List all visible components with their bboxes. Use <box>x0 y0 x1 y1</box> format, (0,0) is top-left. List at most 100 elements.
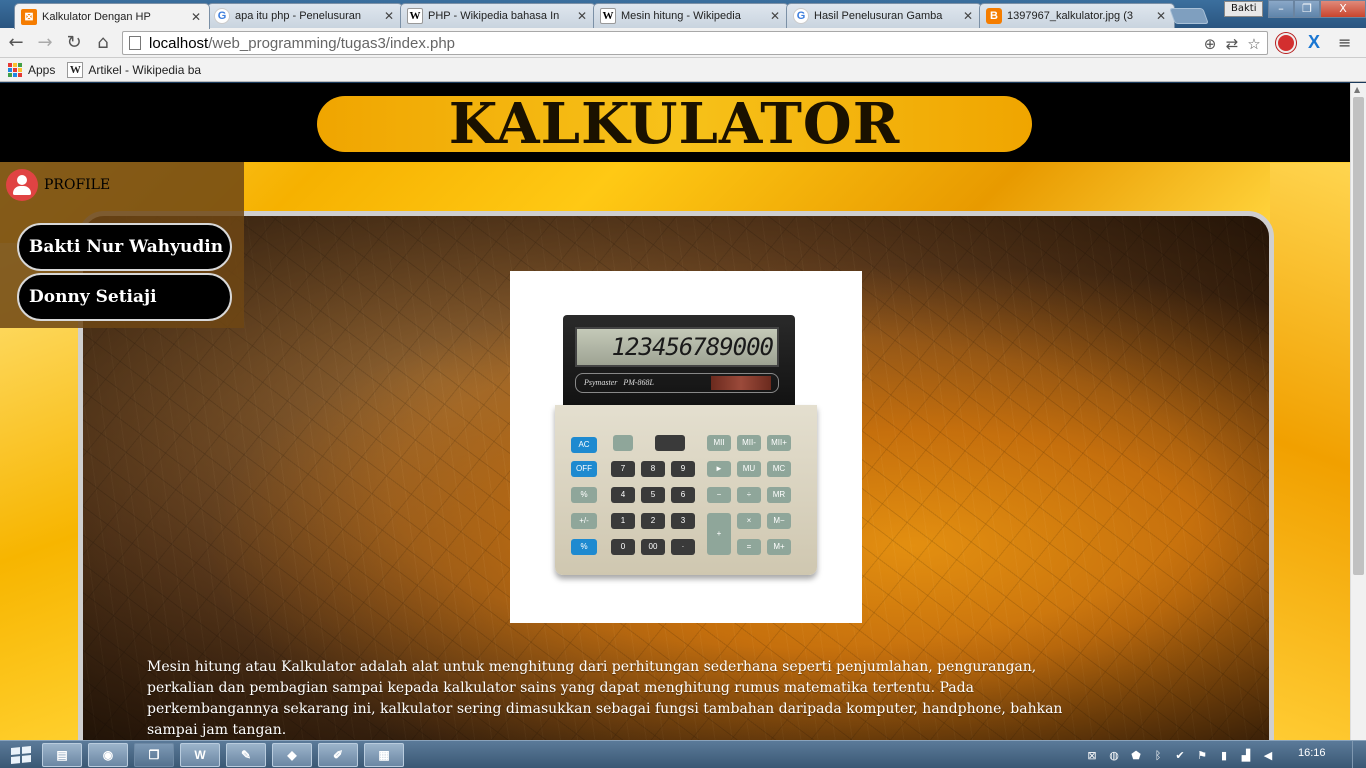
calculator-keypad: AC MII MII- MII+ OFF 7 8 9 ► MU MC % 4 5… <box>555 405 817 575</box>
word-icon[interactable]: W <box>180 743 220 767</box>
key-plus: + <box>707 513 731 555</box>
member-button-bakti[interactable]: Bakti Nur Wahyudin <box>17 223 232 271</box>
shield-icon[interactable]: ⬟ <box>1128 747 1144 763</box>
tab-mesin-hitung[interactable]: W Mesin hitung - Wikipedia ✕ <box>593 3 789 28</box>
notes-icon[interactable]: ▦ <box>364 743 404 767</box>
close-tab-icon[interactable]: ✕ <box>768 9 782 23</box>
translate-icon[interactable]: ⇄ <box>1223 35 1241 53</box>
menu-icon[interactable]: ≡ <box>1338 33 1351 52</box>
virtualbox-icon[interactable]: ◆ <box>272 743 312 767</box>
notepad-icon[interactable]: ✐ <box>318 743 358 767</box>
tab-kalkulator-jpg[interactable]: B 1397967_kalkulator.jpg (3 ✕ <box>979 3 1175 28</box>
paint-icon[interactable]: ✎ <box>226 743 266 767</box>
show-desktop-button[interactable] <box>1352 741 1366 768</box>
vertical-scrollbar[interactable]: ▲ <box>1350 83 1366 740</box>
maximize-button[interactable]: ❐ <box>1294 0 1320 18</box>
calculator-image: 123456789000 Psymaster PM-868L AC MII MI… <box>510 271 862 623</box>
back-button[interactable]: ← <box>5 32 27 54</box>
file-explorer-icon[interactable]: ▤ <box>42 743 82 767</box>
key-mr: MR <box>767 487 791 503</box>
tab-title: 1397967_kalkulator.jpg (3 <box>1007 10 1133 22</box>
close-tab-icon[interactable]: ✕ <box>961 9 975 23</box>
apps-grid-icon[interactable] <box>8 62 22 77</box>
tab-hasil-penelusuran[interactable]: G Hasil Penelusuran Gamba ✕ <box>786 3 982 28</box>
key-4: 4 <box>611 487 635 503</box>
close-tab-icon[interactable]: ✕ <box>382 9 396 23</box>
tab-apa-itu-php[interactable]: G apa itu php - Penelusuran ✕ <box>207 3 403 28</box>
url-path: /web_programming/tugas3/index.php <box>208 34 456 52</box>
taskbar: ▤ ◉ ❐ W ✎ ◆ ✐ ▦ ⊠ ◍ ⬟ ᛒ ✔ ⚑ ▮ ▟ ◀ 16:16 <box>0 740 1366 768</box>
bookmarks-bar: Apps W Artikel - Wikipedia ba <box>0 58 1366 82</box>
key-percent: % <box>571 487 597 503</box>
home-button[interactable]: ⌂ <box>92 32 114 54</box>
volume-icon[interactable]: ◀ <box>1260 747 1276 763</box>
reload-button[interactable]: ↻ <box>63 32 85 54</box>
member-button-donny[interactable]: Donny Setiaji <box>17 273 232 321</box>
page-title: KALKULATOR <box>448 91 901 157</box>
key-switch <box>613 435 633 451</box>
blogger-icon: B <box>986 8 1002 24</box>
profile-sidebar: PROFILE Bakti Nur Wahyudin Donny Setiaji <box>0 162 244 328</box>
action-center-icon[interactable]: ⚑ <box>1194 747 1210 763</box>
wikipedia-icon: W <box>600 8 616 24</box>
bluetooth-icon[interactable]: ᛒ <box>1150 747 1166 763</box>
wikipedia-icon: W <box>407 8 423 24</box>
minimize-button[interactable]: – <box>1268 0 1294 18</box>
safely-remove-icon[interactable]: ✔ <box>1172 747 1188 763</box>
key-equals: = <box>737 539 761 555</box>
google-icon: G <box>214 8 230 24</box>
bookmark-label: Artikel - Wikipedia ba <box>88 62 202 77</box>
scroll-up-arrow-icon[interactable]: ▲ <box>1354 85 1360 94</box>
key-switch <box>655 435 685 451</box>
signal-icon[interactable]: ▟ <box>1238 747 1254 763</box>
scrollbar-thumb[interactable] <box>1353 97 1364 575</box>
key-ac: AC <box>571 437 597 453</box>
key-m-minus: M− <box>767 513 791 529</box>
battery-icon[interactable]: ▮ <box>1216 747 1232 763</box>
description-text: Mesin hitung atau Kalkulator adalah alat… <box>147 659 1063 738</box>
close-tab-icon[interactable]: ✕ <box>575 9 589 23</box>
key-minus: − <box>707 487 731 503</box>
new-tab-button[interactable] <box>1169 8 1209 24</box>
key-8: 8 <box>641 461 665 477</box>
adblock-extension-icon[interactable] <box>1276 33 1296 53</box>
calculator-lcd: 123456789000 <box>575 327 779 367</box>
key-6: 6 <box>671 487 695 503</box>
tab-php-wikipedia[interactable]: W PHP - Wikipedia bahasa In ✕ <box>400 3 596 28</box>
xampp-tray-icon[interactable]: ⊠ <box>1084 747 1100 763</box>
key-5: 5 <box>641 487 665 503</box>
browser-toolbar: ← → ↻ ⌂ localhost/web_programming/tugas3… <box>0 28 1366 58</box>
close-tab-icon[interactable]: ✕ <box>1154 9 1168 23</box>
zoom-icon[interactable]: ⊕ <box>1201 35 1219 53</box>
key-multiply: × <box>737 513 761 529</box>
google-icon: G <box>793 8 809 24</box>
key-mc: MC <box>767 461 791 477</box>
bookmark-star-icon[interactable]: ☆ <box>1245 35 1263 53</box>
bookmark-apps[interactable]: Apps <box>28 63 55 77</box>
calculator-illustration: 123456789000 Psymaster PM-868L AC MII MI… <box>555 315 817 579</box>
page-header: KALKULATOR <box>0 83 1350 162</box>
user-badge[interactable]: Bakti <box>1224 1 1264 17</box>
key-arrow: ► <box>707 461 731 477</box>
user-profile-icon <box>6 169 38 201</box>
key-mem: MII- <box>737 435 761 451</box>
title-pill: KALKULATOR <box>317 96 1032 152</box>
url-host: localhost <box>149 34 209 52</box>
key-0: 0 <box>611 539 635 555</box>
window-close-button[interactable]: X <box>1320 0 1366 18</box>
chrome-icon[interactable]: ◉ <box>88 743 128 767</box>
close-tab-icon[interactable]: ✕ <box>189 10 203 24</box>
key-2: 2 <box>641 513 665 529</box>
clock[interactable]: 16:16 <box>1298 747 1326 759</box>
page-icon <box>129 36 141 50</box>
address-bar[interactable]: localhost/web_programming/tugas3/index.p… <box>122 31 1268 55</box>
calculator-display-housing: 123456789000 Psymaster PM-868L <box>563 315 795 409</box>
bookmark-artikel-wikipedia[interactable]: W Artikel - Wikipedia ba <box>67 61 202 78</box>
start-button[interactable] <box>6 742 36 767</box>
key-divide: ÷ <box>737 487 761 503</box>
file-manager-icon[interactable]: ❐ <box>134 743 174 767</box>
x-extension-icon[interactable]: X <box>1308 32 1320 53</box>
tab-kalkulator[interactable]: ⊠ Kalkulator Dengan HP ✕ <box>14 3 210 29</box>
forward-button[interactable]: → <box>34 32 56 54</box>
network-globe-icon[interactable]: ◍ <box>1106 747 1122 763</box>
